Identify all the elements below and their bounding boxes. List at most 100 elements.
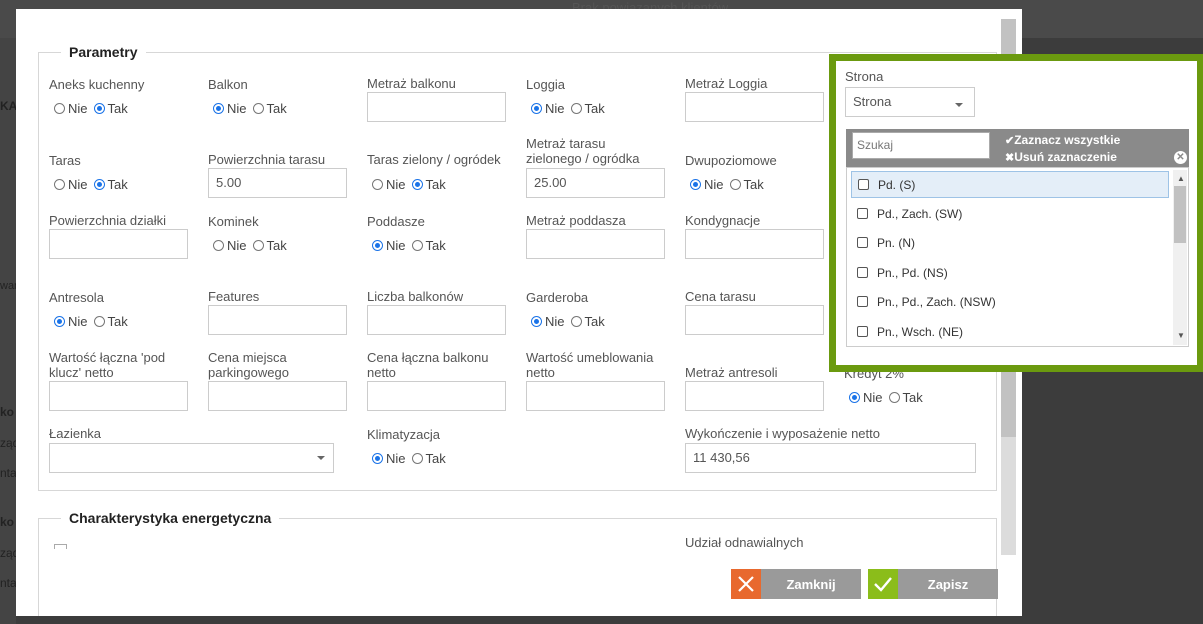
radio-label: Nie [545,101,565,116]
strona-option[interactable]: Pd., Zach. (SW) [851,200,1169,227]
antresola-yes[interactable]: Tak [93,314,128,329]
radio-icon[interactable] [252,103,264,114]
klimatyzacja-yes[interactable]: Tak [411,451,446,466]
radio-icon[interactable] [93,316,105,327]
wartosc-umeblowania-label: Wartość umeblowania netto [526,350,654,380]
checkbox-icon[interactable] [857,326,868,337]
kondygnacje-input[interactable] [685,229,824,259]
option-label: Pn., Wsch. (NE) [877,324,964,339]
metraz-balkonu-input[interactable] [367,92,506,122]
aneks-no[interactable]: Nie [54,101,88,116]
balkon-no[interactable]: Nie [213,101,247,116]
taras-zielony-yes[interactable]: Tak [411,177,446,192]
kominek-label: Kominek [208,214,259,229]
klimatyzacja-radio-group: Nie Tak [372,451,452,466]
radio-icon[interactable] [888,392,900,403]
params-legend: Parametry [61,44,146,60]
wykonczenie-input[interactable]: 11 430,56 [685,443,976,473]
metraz-poddasza-input[interactable] [526,229,665,259]
taras-no[interactable]: Nie [54,177,88,192]
radio-icon[interactable] [54,316,65,327]
strona-option[interactable]: Pn., Pd. (NS) [851,259,1169,286]
checkbox-icon[interactable] [857,237,868,248]
taras-zielony-no[interactable]: Nie [372,177,406,192]
strona-option[interactable]: Pd. (S) [851,171,1169,198]
save-button[interactable]: Zapisz [868,569,998,599]
radio-icon[interactable] [252,240,264,251]
kominek-radio-group: Nie Tak [213,238,293,253]
radio-icon[interactable] [531,103,542,114]
wartosc-pod-klucz-label: Wartość łączna 'pod klucz' netto [49,350,166,380]
kominek-no[interactable]: Nie [213,238,247,253]
strona-select[interactable]: Strona [845,87,975,117]
poddasze-no[interactable]: Nie [372,238,406,253]
poddasze-yes[interactable]: Tak [411,238,446,253]
features-input[interactable] [208,305,347,335]
liczba-balkonow-input[interactable] [367,305,506,335]
radio-icon[interactable] [93,103,105,114]
checkbox-icon[interactable] [858,179,869,190]
cena-parking-input[interactable] [208,381,347,411]
clear-selection-link[interactable]: ✖Usuń zaznaczenie [1005,150,1117,164]
strona-option[interactable]: Pn., Pd., Zach. (NSW) [851,288,1169,315]
energy-checkbox[interactable] [54,544,67,549]
scroll-down-icon[interactable]: ▼ [1177,331,1185,340]
strona-option[interactable]: Pn. (N) [851,229,1169,256]
radio-icon[interactable] [690,179,701,190]
radio-icon[interactable] [729,179,741,190]
strona-list-scrollbar-thumb[interactable] [1174,186,1186,243]
radio-label: Nie [68,314,88,329]
radio-icon[interactable] [531,316,542,327]
powierzchnia-tarasu-input[interactable]: 5.00 [208,168,347,198]
strona-option[interactable]: Pn., Wsch. (NE) [851,318,1169,345]
radio-icon[interactable] [372,453,383,464]
cena-balkonu-input[interactable] [367,381,506,411]
radio-icon[interactable] [570,103,582,114]
radio-icon[interactable] [372,240,383,251]
close-button[interactable]: Zamknij [731,569,861,599]
kredyt-yes[interactable]: Tak [888,390,923,405]
select-all-link[interactable]: ✔Zaznacz wszystkie [1005,133,1120,147]
option-label: Pd., Zach. (SW) [877,206,963,221]
lazienka-select[interactable] [49,443,334,473]
metraz-antresoli-input[interactable] [685,381,824,411]
klimatyzacja-no[interactable]: Nie [372,451,406,466]
checkbox-icon[interactable] [857,208,868,219]
radio-icon[interactable] [411,453,423,464]
garderoba-yes[interactable]: Tak [570,314,605,329]
dwupoziomowe-yes[interactable]: Tak [729,177,764,192]
taras-yes[interactable]: Tak [93,177,128,192]
kominek-yes[interactable]: Tak [252,238,287,253]
radio-icon[interactable] [849,392,860,403]
cena-tarasu-input[interactable] [685,305,824,335]
powierzchnia-dzialki-input[interactable] [49,229,188,259]
checkbox-icon[interactable] [857,296,868,307]
aneks-yes[interactable]: Tak [93,101,128,116]
save-button-label: Zapisz [898,569,998,599]
balkon-yes[interactable]: Tak [252,101,287,116]
radio-icon[interactable] [213,240,224,251]
kredyt-no[interactable]: Nie [849,390,883,405]
wartosc-pod-klucz-input[interactable] [49,381,188,411]
close-dropdown-icon[interactable]: ✕ [1174,151,1187,164]
garderoba-no[interactable]: Nie [531,314,565,329]
loggia-no[interactable]: Nie [531,101,565,116]
radio-icon[interactable] [54,103,65,114]
metraz-loggia-input[interactable] [685,92,824,122]
strona-search-input[interactable]: Szukaj [852,132,990,159]
wartosc-umeblowania-input[interactable] [526,381,665,411]
radio-icon[interactable] [411,240,423,251]
radio-icon[interactable] [93,179,105,190]
scroll-up-icon[interactable]: ▲ [1177,174,1185,183]
radio-icon[interactable] [54,179,65,190]
loggia-yes[interactable]: Tak [570,101,605,116]
antresola-no[interactable]: Nie [54,314,88,329]
dwupoziomowe-no[interactable]: Nie [690,177,724,192]
radio-label: Tak [425,177,446,192]
checkbox-icon[interactable] [857,267,868,278]
radio-icon[interactable] [372,179,383,190]
radio-icon[interactable] [570,316,582,327]
radio-icon[interactable] [213,103,224,114]
radio-icon[interactable] [411,179,423,190]
metraz-tarasu-zielonego-input[interactable]: 25.00 [526,168,665,198]
